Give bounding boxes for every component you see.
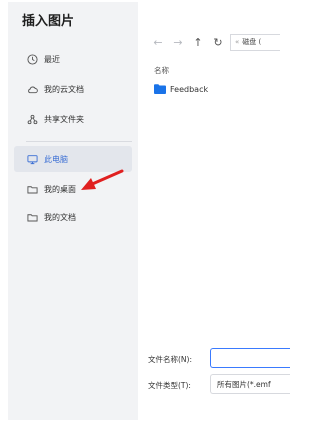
breadcrumb[interactable]: « 磁盘 ( [230, 33, 280, 51]
breadcrumb-path: 磁盘 ( [242, 38, 262, 46]
up-arrow-icon[interactable]: ↑ [190, 34, 206, 50]
breadcrumb-chevron-icon[interactable]: « [235, 38, 239, 46]
dialog-title: 插入图片 [22, 14, 75, 29]
sidebar-item-label: 此电脑 [44, 154, 68, 164]
column-header-name[interactable]: 名称 [154, 65, 169, 76]
sidebar-item-shared-folder[interactable]: 共享文件夹 [14, 106, 132, 132]
sidebar-divider [26, 141, 132, 142]
monitor-icon [26, 153, 38, 165]
sidebar-item-label: 我的文档 [44, 212, 76, 222]
filename-label: 文件名称(N): [148, 355, 192, 364]
file-name: Feedback [170, 84, 209, 94]
sidebar-item-label: 我的云文档 [44, 84, 84, 94]
sidebar-item-label: 最近 [44, 54, 60, 64]
sidebar-item-cloud-docs[interactable]: 我的云文档 [14, 76, 132, 102]
folder-icon [154, 84, 166, 94]
back-arrow-icon[interactable]: ← [150, 34, 166, 50]
filetype-selected-value: 所有图片(*.emf [217, 379, 271, 389]
sidebar: 插入图片 最近 我的云文档 共享文件夹 此电脑 我的桌面 我的文档 [8, 2, 138, 420]
annotation-arrow-icon [81, 169, 124, 190]
filename-input[interactable] [210, 348, 290, 368]
clock-icon [26, 53, 38, 65]
sidebar-item-recent[interactable]: 最近 [14, 46, 132, 72]
refresh-icon[interactable]: ↻ [210, 34, 226, 50]
cloud-icon [26, 83, 38, 95]
forward-arrow-icon[interactable]: → [170, 34, 186, 50]
sidebar-item-label: 我的桌面 [44, 184, 76, 194]
filetype-label: 文件类型(T): [148, 381, 191, 390]
file-browser-pane: ← → ↑ ↻ « 磁盘 ( 名称 Feedback 文件名称(N): 文件类型… [138, 0, 290, 424]
navigation-bar: ← → ↑ ↻ « 磁盘 ( [150, 33, 280, 51]
sidebar-item-label: 共享文件夹 [44, 114, 84, 124]
list-item[interactable]: Feedback [154, 84, 208, 94]
folder-icon [26, 183, 38, 195]
folder-icon [26, 211, 38, 223]
filetype-select[interactable]: 所有图片(*.emf [210, 374, 290, 394]
sidebar-item-my-documents[interactable]: 我的文档 [14, 204, 132, 230]
share-icon [26, 113, 38, 125]
